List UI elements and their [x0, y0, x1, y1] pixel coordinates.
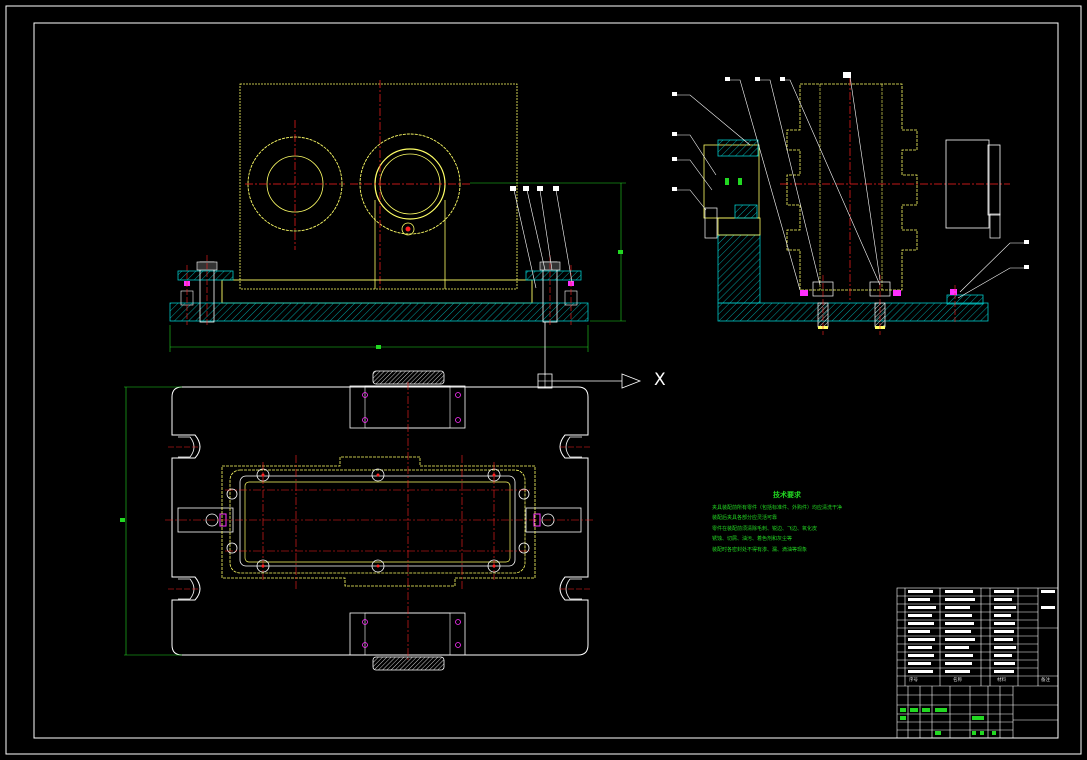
col-remark-label: 备注 — [1041, 678, 1050, 683]
technical-requirement-line: 零件在装配前须清除毛刺、锐边、飞边、氧化皮 — [712, 525, 818, 532]
technical-requirements: 技术要求 夹具装配前所有零件（包括标准件、外购件）均应清洗干净 装配后夹具各部分… — [712, 490, 862, 555]
x-axis-label: X — [654, 370, 666, 390]
front-view — [169, 80, 626, 352]
side-view — [672, 72, 1029, 335]
technical-requirements-title: 技术要求 — [773, 491, 801, 499]
technical-requirement-line: 锈蚀、切屑、油污、着色剂和灰尘等 — [712, 536, 793, 542]
col-name-label: 名称 — [953, 678, 962, 683]
title-block-labels: 序号 名称 材料 备注 — [897, 588, 1058, 738]
technical-requirement-line: 装配后夹具各部分应灵活可靠 — [712, 515, 778, 521]
technical-requirement-line: 装配时各密封处不得有渗、漏、滴油等现象 — [712, 546, 808, 553]
col-material-label: 材料 — [997, 678, 1006, 683]
top-view — [120, 322, 642, 671]
col-serial-label: 序号 — [909, 678, 918, 683]
technical-requirement-line: 夹具装配前所有零件（包括标准件、外购件）均应清洗干净 — [712, 504, 843, 511]
